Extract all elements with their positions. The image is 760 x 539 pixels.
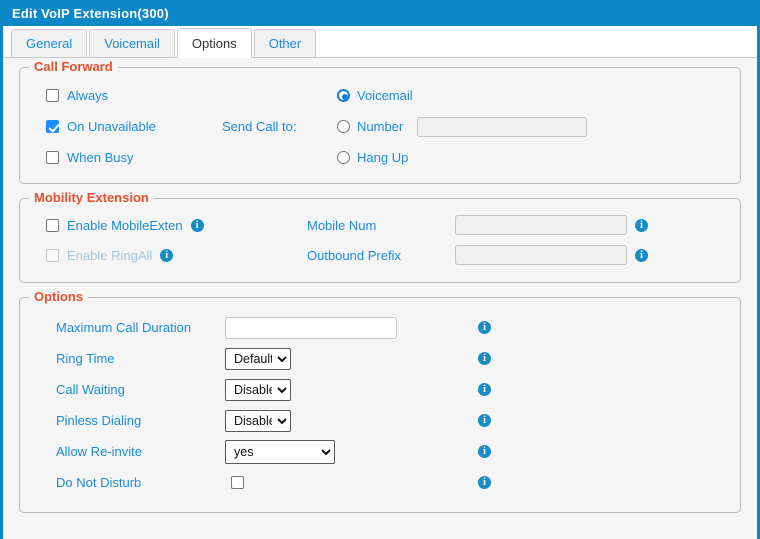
tab-other[interactable]: Other — [253, 29, 317, 57]
mobility-checkboxes: Enable MobileExten i Enable RingAll i — [32, 210, 307, 270]
enable-ringall-row[interactable]: Enable RingAll i — [46, 240, 307, 270]
allow-reinvite-select[interactable]: yes — [225, 439, 335, 464]
label-do-not-disturb: Do Not Disturb — [56, 475, 142, 490]
pinless-dialing-row: Pinless Dialing Disable i — [32, 405, 728, 436]
do-not-disturb-row: Do Not Disturb i — [32, 467, 728, 498]
label-when-busy: When Busy — [67, 150, 134, 165]
allow-reinvite-row: Allow Re-invite yes i — [32, 436, 728, 467]
call-forward-conditions: Always On Unavailable When Busy — [32, 80, 222, 173]
destination-hangup-row[interactable]: Hang Up — [337, 142, 728, 173]
info-icon-mobile-num[interactable]: i — [635, 218, 648, 232]
call-forward-destinations: Voicemail Number Hang Up — [337, 80, 728, 173]
call-waiting-row: Call Waiting Disable i — [32, 374, 728, 405]
label-max-call-duration: Maximum Call Duration — [56, 320, 192, 335]
checkbox-enable-ringall[interactable] — [46, 248, 59, 262]
dialog-title-bar: Edit VoIP Extension(300) — [3, 0, 757, 26]
info-icon-pinless-dialing[interactable]: i — [478, 414, 491, 427]
max-call-duration-input[interactable] — [225, 316, 397, 339]
info-icon-call-waiting[interactable]: i — [478, 383, 491, 396]
mobile-num-input[interactable] — [455, 215, 627, 235]
call-forward-always-row[interactable]: Always — [46, 80, 222, 111]
label-call-waiting: Call Waiting — [56, 382, 125, 397]
info-icon-do-not-disturb[interactable]: i — [478, 476, 491, 489]
options-fieldset: Options Maximum Call Duration i Ring Tim… — [19, 289, 741, 513]
mobility-extension-legend: Mobility Extension — [29, 190, 154, 205]
checkbox-when-busy[interactable] — [46, 151, 59, 164]
ring-time-select[interactable]: Default — [225, 347, 291, 370]
label-allow-reinvite: Allow Re-invite — [56, 444, 142, 459]
label-voicemail: Voicemail — [357, 88, 413, 103]
radio-number[interactable] — [337, 120, 350, 133]
radio-voicemail[interactable] — [337, 89, 350, 102]
max-call-duration-row: Maximum Call Duration i — [32, 312, 728, 343]
label-mobile-num: Mobile Num — [307, 217, 377, 233]
mobility-fields: Mobile Num i Outbound Prefix i — [307, 210, 728, 270]
destination-number-row[interactable]: Number — [337, 111, 728, 142]
call-waiting-select[interactable]: Disable — [225, 378, 291, 401]
label-outbound-prefix: Outbound Prefix — [307, 247, 401, 263]
pinless-dialing-select[interactable]: Disable — [225, 409, 291, 432]
edit-voip-extension-dialog: Edit VoIP Extension(300) General Voicema… — [0, 0, 760, 539]
tab-general[interactable]: General — [11, 29, 88, 57]
outbound-prefix-input[interactable] — [455, 245, 627, 265]
ring-time-row: Ring Time Default i — [32, 343, 728, 374]
info-icon-ring-time[interactable]: i — [478, 352, 491, 365]
call-forward-legend: Call Forward — [29, 59, 118, 74]
radio-hang-up[interactable] — [337, 151, 350, 164]
label-pinless-dialing: Pinless Dialing — [56, 413, 142, 428]
forward-number-input[interactable] — [417, 116, 588, 137]
checkbox-on-unavailable[interactable] — [46, 120, 59, 133]
options-legend: Options — [29, 289, 89, 304]
enable-mobileexten-row[interactable]: Enable MobileExten i — [46, 210, 307, 240]
info-icon-outbound-prefix[interactable]: i — [635, 248, 648, 262]
label-always: Always — [67, 88, 109, 103]
tab-strip: General Voicemail Options Other — [3, 26, 757, 58]
info-icon-enable-ringall[interactable]: i — [160, 248, 174, 262]
info-icon-allow-reinvite[interactable]: i — [478, 445, 491, 458]
label-ring-time: Ring Time — [56, 351, 115, 366]
send-call-to-label: Send Call to: — [222, 119, 297, 134]
info-icon-max-call-duration[interactable]: i — [478, 321, 491, 334]
label-hang-up: Hang Up — [357, 150, 409, 165]
call-forward-when-busy-row[interactable]: When Busy — [46, 142, 222, 173]
label-enable-ringall: Enable RingAll — [67, 247, 153, 263]
label-enable-mobileexten: Enable MobileExten — [67, 217, 183, 233]
call-forward-on-unavailable-row[interactable]: On Unavailable — [46, 111, 222, 142]
info-icon-enable-mobileexten[interactable]: i — [190, 218, 204, 232]
checkbox-enable-mobileexten[interactable] — [46, 218, 59, 232]
destination-voicemail-row[interactable]: Voicemail — [337, 80, 728, 111]
checkbox-do-not-disturb[interactable] — [231, 476, 244, 489]
mobility-extension-fieldset: Mobility Extension Enable MobileExten i … — [19, 190, 741, 283]
label-number: Number — [357, 119, 404, 134]
label-on-unavailable: On Unavailable — [67, 119, 156, 134]
mobile-num-row: Mobile Num i — [307, 210, 728, 240]
call-forward-fieldset: Call Forward Always On Unavailable When … — [19, 59, 741, 184]
outbound-prefix-row: Outbound Prefix i — [307, 240, 728, 270]
tab-voicemail[interactable]: Voicemail — [89, 29, 175, 57]
checkbox-always[interactable] — [46, 89, 59, 102]
tab-options[interactable]: Options — [176, 28, 252, 58]
page-title: Edit VoIP Extension(300) — [12, 5, 169, 21]
